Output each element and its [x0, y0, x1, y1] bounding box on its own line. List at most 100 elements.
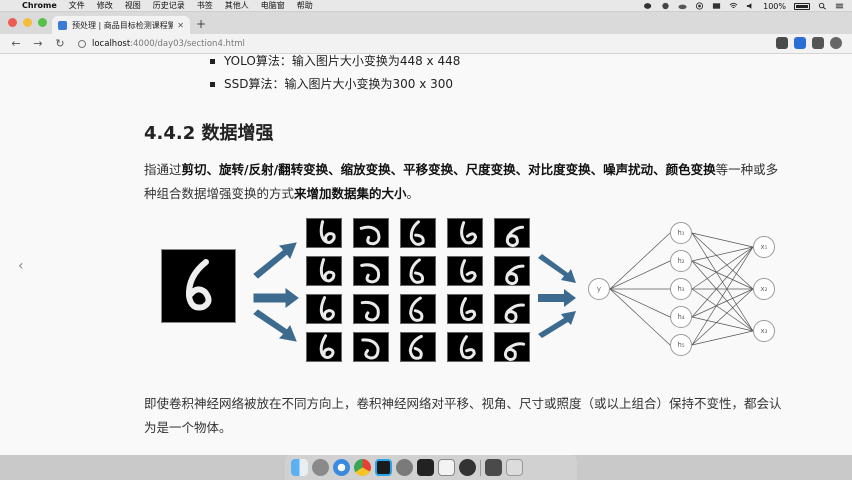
network-connection: [691, 288, 754, 346]
menu-app-name[interactable]: Chrome: [22, 1, 57, 10]
bold-text-run: 剪切、旋转/反射/翻转变换、缩放变换、平移变换、尺度变换、对比度变换、噪声扰动、…: [181, 162, 716, 177]
obs-icon[interactable]: [459, 459, 476, 476]
bold-text-run: 来增加数据集的大小: [294, 186, 407, 201]
launchpad-icon[interactable]: [312, 459, 329, 476]
previous-page-chevron-icon[interactable]: ‹: [18, 258, 24, 274]
menu-file[interactable]: 文件: [69, 0, 85, 11]
tab-close-icon[interactable]: ✕: [177, 21, 184, 30]
network-connection: [609, 232, 671, 290]
mac-dock: [285, 455, 577, 480]
minimize-window-button[interactable]: [23, 18, 32, 27]
augmented-digit-image: [353, 332, 389, 362]
augmented-digit-image: [306, 218, 342, 248]
typora-icon[interactable]: [438, 459, 455, 476]
augmented-digit-image: [400, 332, 436, 362]
output-neuron: x₂: [753, 278, 775, 300]
terminal-icon[interactable]: [417, 459, 434, 476]
battery-icon[interactable]: [794, 2, 810, 10]
wechat-icon[interactable]: [644, 2, 653, 10]
forward-button[interactable]: →: [32, 37, 44, 50]
network-connection: [691, 232, 754, 248]
browser-tab-strip: 预处理 | 商品目标检测课程繁实 ✕ +: [0, 12, 852, 34]
display-icon[interactable]: [712, 2, 721, 10]
menubar-status-area: 100%: [644, 0, 844, 12]
back-button[interactable]: ←: [10, 37, 22, 50]
augmented-digit-image: [306, 294, 342, 324]
menu-bookmarks[interactable]: 书签: [197, 0, 213, 11]
augmented-digit-image: [306, 256, 342, 286]
hidden-neuron: h₂: [670, 250, 692, 272]
hidden-neuron: h₁: [670, 222, 692, 244]
new-tab-button[interactable]: +: [196, 17, 206, 31]
close-window-button[interactable]: [8, 18, 17, 27]
output-neuron: x₃: [753, 320, 775, 342]
search-icon[interactable]: [818, 2, 827, 10]
augmentation-arrows: [253, 242, 299, 342]
output-neuron: x₁: [753, 236, 775, 258]
list-item: SSD算法：输入图片大小变换为300 x 300: [210, 73, 460, 96]
system-preferences-icon[interactable]: [396, 459, 413, 476]
network-connection: [691, 246, 754, 290]
network-connection: [691, 330, 754, 346]
battery-percent: 100%: [763, 1, 786, 11]
augmented-digit-image: [353, 294, 389, 324]
augmented-digit-image: [400, 218, 436, 248]
hidden-neuron: h₅: [670, 334, 692, 356]
digit-six-icon: [185, 259, 212, 311]
menu-history[interactable]: 历史记录: [153, 0, 185, 11]
reload-button[interactable]: ↻: [54, 37, 66, 50]
profile-avatar-icon[interactable]: [830, 37, 842, 49]
menu-help[interactable]: 帮助: [297, 0, 313, 11]
augmented-digit-image: [494, 332, 530, 362]
record-icon[interactable]: [695, 2, 704, 10]
menu-window[interactable]: 电脑窗: [261, 0, 285, 11]
browser-tab-active[interactable]: 预处理 | 商品目标检测课程繁实 ✕: [52, 16, 190, 34]
input-arrows: [538, 254, 576, 338]
screenshot-icon[interactable]: [485, 459, 502, 476]
menu-edit[interactable]: 修改: [97, 0, 113, 11]
wifi-icon[interactable]: [729, 2, 738, 10]
extension-icon[interactable]: [776, 37, 788, 49]
chrome-icon[interactable]: [354, 459, 371, 476]
network-connection: [691, 246, 754, 346]
network-connection: [609, 288, 671, 318]
network-connection: [609, 288, 671, 346]
translate-extension-icon[interactable]: [794, 37, 806, 49]
safari-icon[interactable]: [333, 459, 350, 476]
menu-view[interactable]: 视图: [125, 0, 141, 11]
invariance-paragraph: 即使卷积神经网络被放在不同方向上，卷积神经网络对平移、视角、尺寸或照度（或以上组…: [144, 396, 782, 435]
url-host: localhost: [92, 38, 131, 49]
cloud-icon[interactable]: [678, 2, 687, 10]
site-info-icon[interactable]: [78, 39, 86, 48]
dock-separator: [480, 459, 481, 476]
control-center-icon[interactable]: [835, 2, 844, 10]
trash-icon[interactable]: [506, 459, 523, 476]
hidden-neuron: h₃: [670, 278, 692, 300]
tab-title: 预处理 | 商品目标检测课程繁实: [72, 20, 174, 30]
hidden-neuron: h₄: [670, 306, 692, 328]
list-item: YOLO算法：输入图片大小变换为448 x 448: [210, 54, 460, 73]
augmented-digit-image: [447, 256, 483, 286]
augmented-digit-image: [306, 332, 342, 362]
volume-icon[interactable]: [746, 2, 755, 10]
extension-icon[interactable]: [812, 37, 824, 49]
network-connection: [691, 246, 754, 262]
augmentation-description: 指通过剪切、旋转/反射/翻转变换、缩放变换、平移变换、尺度变换、对比度变换、噪声…: [144, 158, 784, 206]
pycharm-icon[interactable]: [375, 459, 392, 476]
finder-icon[interactable]: [291, 459, 308, 476]
augmented-digit-image: [400, 294, 436, 324]
augmented-digit-image: [400, 256, 436, 286]
network-connection: [691, 246, 754, 318]
network-connection: [691, 288, 754, 332]
window-controls: [8, 18, 47, 27]
menu-people[interactable]: 其他人: [225, 0, 249, 11]
browser-toolbar: ← → ↻ localhost :4000/day03/section4.htm…: [0, 34, 852, 54]
network-connection: [691, 232, 754, 290]
network-connection: [691, 260, 754, 290]
network-connection: [691, 288, 754, 318]
address-bar[interactable]: localhost :4000/day03/section4.html: [78, 36, 718, 51]
qq-icon[interactable]: [661, 2, 670, 10]
network-connection: [609, 260, 671, 290]
section-heading: 4.4.2 数据增强: [144, 123, 274, 144]
maximize-window-button[interactable]: [38, 18, 47, 27]
